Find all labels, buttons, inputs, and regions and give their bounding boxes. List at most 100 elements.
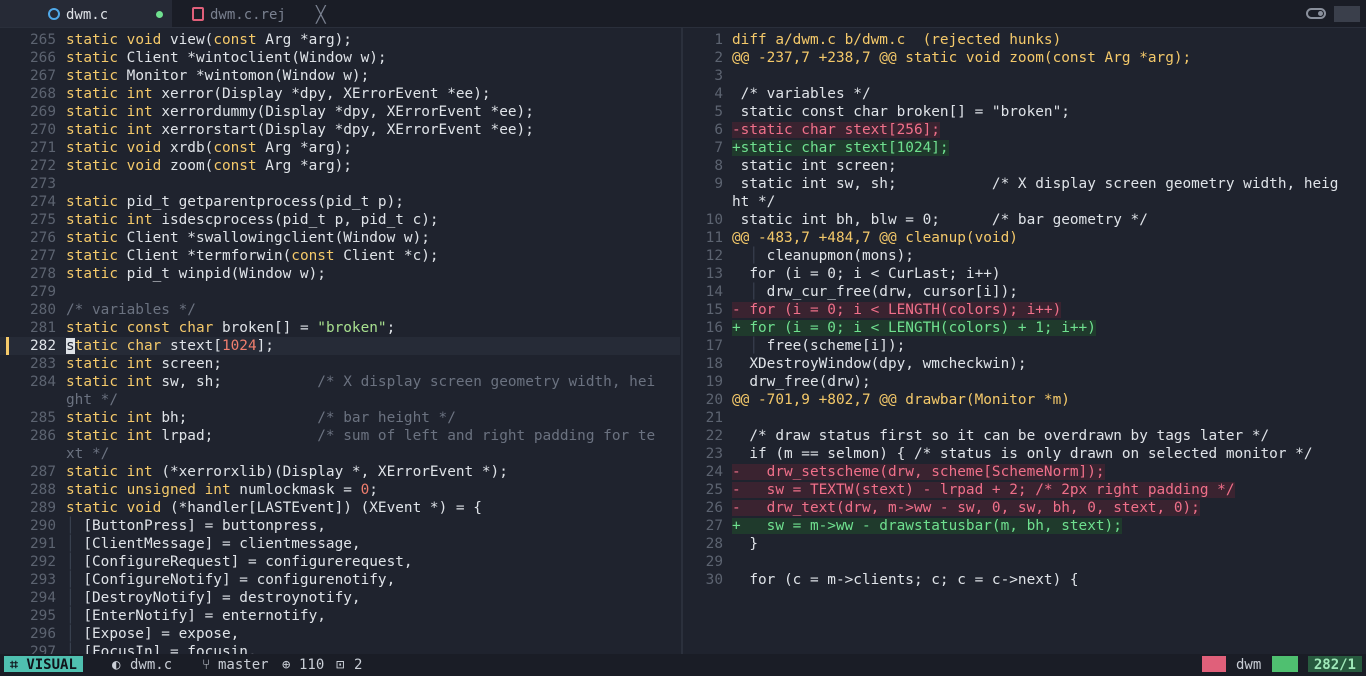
toggle-icon[interactable] <box>1306 8 1326 19</box>
code-line[interactable]: for (i = 0; i < CurLast; i++) <box>732 265 1000 283</box>
code-line[interactable]: static void (*handler[LASTEvent]) (XEven… <box>66 499 482 517</box>
code-line[interactable]: │ [ClientMessage] = clientmessage, <box>66 535 361 553</box>
close-window-icon[interactable] <box>1334 6 1360 22</box>
code-token: pid_t getparentprocess(pid_t p); <box>126 194 404 210</box>
code-line[interactable]: static const char broken[] = "broken"; <box>732 103 1070 121</box>
line-number: 8 <box>714 158 723 174</box>
code-line[interactable]: /* variables */ <box>732 85 871 103</box>
code-line[interactable]: + for (i = 0; i < LENGTH(colors) + 1; i+… <box>732 319 1096 337</box>
code-line[interactable]: static Client *wintoclient(Window w); <box>66 49 387 67</box>
code-line[interactable]: │ drw_cur_free(drw, cursor[i]); <box>732 283 1018 301</box>
line-number: 29 <box>705 554 723 570</box>
gutter-mark <box>6 337 9 355</box>
code-line[interactable]: static void view(const Arg *arg); <box>66 31 352 49</box>
code-line[interactable]: - drw_setscheme(drw, scheme[SchemeNorm])… <box>732 463 1105 481</box>
code-line[interactable]: │ [EnterNotify] = enternotify, <box>66 607 326 625</box>
code-line[interactable]: static int xerrorstart(Display *dpy, XEr… <box>66 121 534 139</box>
code-token: s <box>66 338 75 354</box>
code-line[interactable]: - for (i = 0; i < LENGTH(colors); i++) <box>732 301 1062 319</box>
code-line[interactable]: static pid_t getparentprocess(pid_t p); <box>66 193 404 211</box>
code-line[interactable]: │ [Expose] = expose, <box>66 625 239 643</box>
code-token: static int bh, blw = 0; /* bar geometry … <box>732 212 1148 228</box>
code-line[interactable]: static void zoom(const Arg *arg); <box>66 157 352 175</box>
code-line[interactable]: │ free(scheme[i]); <box>732 337 905 355</box>
code-line[interactable]: static Client *termforwin(const Client *… <box>66 247 439 265</box>
code-line[interactable]: @@ -237,7 +238,7 @@ static void zoom(con… <box>732 49 1191 67</box>
code-line[interactable]: static int lrpad; /* sum of left and rig… <box>66 427 655 445</box>
code-line[interactable]: /* variables */ <box>66 301 196 319</box>
code-line[interactable]: xt */ <box>66 445 109 463</box>
code-token: static int screen; <box>732 158 897 174</box>
code-line[interactable]: static int xerrordummy(Display *dpy, XEr… <box>66 103 534 121</box>
code-line[interactable]: drw_free(drw); <box>732 373 870 391</box>
line-number: 7 <box>714 140 723 156</box>
code-line[interactable]: static int bh, blw = 0; /* bar geometry … <box>732 211 1148 229</box>
code-line[interactable]: @@ -701,9 +802,7 @@ drawbar(Monitor *m) <box>732 391 1070 409</box>
code-token: │ <box>732 284 767 300</box>
code-line[interactable]: for (c = m->clients; c; c = c->next) { <box>732 571 1078 589</box>
code-line[interactable]: │ [ButtonPress] = buttonpress, <box>66 517 326 535</box>
code-token: [ConfigureNotify] = configurenotify, <box>83 572 396 588</box>
code-token: } <box>732 536 758 552</box>
code-line[interactable]: +static char stext[1024]; <box>732 139 949 157</box>
code-line[interactable]: static int (*xerrorxlib)(Display *, XErr… <box>66 463 508 481</box>
code-token: │ <box>66 536 84 552</box>
code-line[interactable]: │ [ConfigureNotify] = configurenotify, <box>66 571 395 589</box>
code-token: XDestroyWindow(dpy, wmcheckwin); <box>732 356 1027 372</box>
code-line[interactable]: static int bh; /* bar height */ <box>66 409 456 427</box>
code-line[interactable]: - drw_text(drw, m->ww - sw, 0, sw, bh, 0… <box>732 499 1200 517</box>
code-line[interactable]: static int screen; <box>732 157 897 175</box>
code-line[interactable]: /* draw status first so it can be overdr… <box>732 427 1269 445</box>
code-line[interactable]: - sw = TEXTW(stext) - lrpad + 2; /* 2px … <box>732 481 1235 499</box>
code-line[interactable]: static char stext[1024]; <box>66 337 274 355</box>
line-number: 275 <box>30 212 56 228</box>
tab-dwm-c-rej[interactable]: dwm.c.rej ╳ <box>172 0 350 27</box>
right-editor-pane[interactable]: 1 diff a/dwm.c b/dwm.c (rejected hunks) 2 @… <box>683 27 1366 654</box>
code-token: static <box>66 428 127 444</box>
code-line[interactable]: ht */ <box>732 193 775 211</box>
status-added: 110 <box>299 657 325 673</box>
code-line[interactable]: -static char stext[256]; <box>732 121 940 139</box>
code-line[interactable]: static Client *swallowingclient(Window w… <box>66 229 430 247</box>
code-line[interactable]: static int sw, sh; /* X display screen g… <box>732 175 1339 193</box>
tab-label: dwm.c.rej <box>210 7 286 23</box>
line-number: 273 <box>30 176 56 192</box>
code-line[interactable]: static int xerror(Display *dpy, XErrorEv… <box>66 85 491 103</box>
code-line[interactable]: ght */ <box>66 391 118 409</box>
code-token: - for (i = 0; i < LENGTH(colors); i++) <box>732 302 1062 318</box>
code-line[interactable]: │ cleanupmon(mons); <box>732 247 914 265</box>
code-line[interactable]: if (m == selmon) { /* status is only dra… <box>732 445 1312 463</box>
code-token: int <box>126 122 162 138</box>
code-token: cleanupmon(mons); <box>766 248 914 264</box>
code-line[interactable]: static unsigned int numlockmask = 0; <box>66 481 378 499</box>
tab-dwm-c[interactable]: dwm.c <box>0 0 172 27</box>
code-token: + for (i = 0; i < LENGTH(colors) + 1; i+… <box>732 320 1096 336</box>
code-token: Client *termforwin( <box>126 248 292 264</box>
code-line[interactable]: static int screen; <box>66 355 222 373</box>
code-line[interactable]: } <box>732 535 758 553</box>
code-token: static <box>66 356 127 372</box>
code-token: int <box>126 104 162 120</box>
code-line[interactable]: @@ -483,7 +484,7 @@ cleanup(void) <box>732 229 1018 247</box>
close-icon[interactable]: ╳ <box>316 0 326 30</box>
code-line[interactable]: XDestroyWindow(dpy, wmcheckwin); <box>732 355 1027 373</box>
code-token: │ <box>66 608 84 624</box>
left-editor-pane[interactable]: 265 static void view(const Arg *arg); 266 s… <box>0 27 680 654</box>
code-line[interactable]: │ [ConfigureRequest] = configurerequest, <box>66 553 413 571</box>
code-token: @@ -237,7 +238,7 @@ static void zoom(con… <box>732 50 1192 66</box>
code-line[interactable]: static Monitor *wintomon(Window w); <box>66 67 369 85</box>
line-number: 284 <box>30 374 56 390</box>
code-line[interactable]: + sw = m->ww - drawstatusbar(m, bh, stex… <box>732 517 1122 535</box>
line-number: 267 <box>30 68 56 84</box>
code-line[interactable]: static pid_t winpid(Window w); <box>66 265 326 283</box>
code-token: static <box>66 464 127 480</box>
code-line[interactable]: diff a/dwm.c b/dwm.c (rejected hunks) <box>732 31 1061 49</box>
code-line[interactable]: static void xrdb(const Arg *arg); <box>66 139 352 157</box>
code-line[interactable]: static int sw, sh; /* X display screen g… <box>66 373 655 391</box>
code-token: xerrorstart(Display *dpy, XErrorEvent *e… <box>161 122 534 138</box>
code-line[interactable]: static int isdescprocess(pid_t p, pid_t … <box>66 211 439 229</box>
code-line[interactable]: │ [DestroyNotify] = destroynotify, <box>66 589 361 607</box>
code-line[interactable]: static const char broken[] = "broken"; <box>66 319 395 337</box>
code-token: bh; <box>161 410 318 426</box>
code-line[interactable]: │ [FocusIn] = focusin, <box>66 643 257 654</box>
